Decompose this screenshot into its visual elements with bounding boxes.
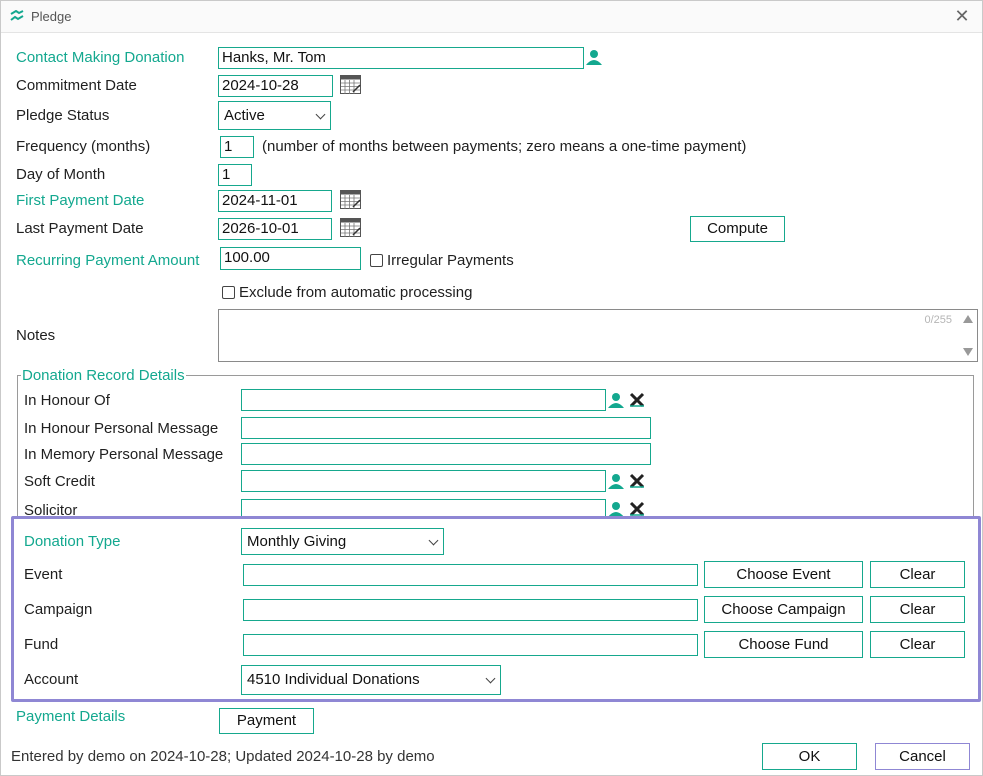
contact-label: Contact Making Donation — [16, 49, 185, 66]
chevron-down-icon — [428, 535, 439, 545]
soft-credit-label: Soft Credit — [24, 473, 95, 490]
contact-field[interactable]: Hanks, Mr. Tom — [218, 47, 584, 69]
choose-fund-button[interactable]: Choose Fund — [704, 631, 863, 658]
day-of-month-field[interactable]: 1 — [218, 164, 252, 186]
cancel-button[interactable]: Cancel — [875, 743, 970, 770]
calendar-icon[interactable] — [340, 75, 362, 95]
campaign-field[interactable] — [243, 599, 698, 621]
person-icon[interactable] — [608, 473, 624, 489]
donation-record-legend: Donation Record Details — [21, 367, 186, 384]
in-honour-message-label: In Honour Personal Message — [24, 420, 219, 437]
chevron-down-icon — [485, 673, 496, 684]
clear-campaign-button[interactable]: Clear — [870, 596, 965, 623]
fund-label: Fund — [24, 636, 59, 653]
donation-type-select[interactable]: Monthly Giving — [241, 528, 444, 555]
person-icon[interactable] — [608, 392, 624, 408]
irregular-payments-label: Irregular Payments — [387, 252, 514, 269]
first-payment-date-field[interactable]: 2024-11-01 — [218, 190, 332, 212]
clear-x-icon[interactable] — [628, 391, 646, 409]
chevron-down-icon — [315, 109, 326, 119]
compute-button[interactable]: Compute — [690, 216, 785, 242]
frequency-field[interactable]: 1 — [220, 136, 254, 158]
ok-button[interactable]: OK — [762, 743, 857, 770]
account-select[interactable]: 4510 Individual Donations — [241, 665, 501, 695]
frequency-label: Frequency (months) — [16, 138, 151, 155]
choose-campaign-button[interactable]: Choose Campaign — [704, 596, 863, 623]
recurring-amount-label: Recurring Payment Amount — [16, 252, 200, 269]
event-label: Event — [24, 566, 63, 583]
recurring-amount-field[interactable]: 100.00 — [220, 247, 361, 270]
scroll-up-icon[interactable] — [963, 315, 973, 323]
pledge-status-select[interactable]: Active — [218, 101, 331, 130]
frequency-hint: (number of months between payments; zero… — [262, 138, 747, 155]
irregular-payments-checkbox[interactable] — [370, 254, 383, 267]
person-icon[interactable] — [608, 501, 624, 517]
exclude-auto-label: Exclude from automatic processing — [239, 284, 473, 301]
calendar-icon[interactable] — [340, 218, 362, 238]
scroll-down-icon[interactable] — [963, 348, 973, 356]
notes-label: Notes — [16, 327, 56, 344]
clear-event-button[interactable]: Clear — [870, 561, 965, 588]
payment-button[interactable]: Payment — [219, 708, 314, 734]
clear-x-icon[interactable] — [628, 472, 646, 490]
calendar-icon[interactable] — [340, 190, 362, 210]
day-of-month-label: Day of Month — [16, 166, 106, 183]
notes-char-counter: 0/255 — [924, 314, 952, 326]
window-title: Pledge — [31, 9, 72, 24]
pledge-status-label: Pledge Status — [16, 107, 110, 124]
pledge-window: Pledge ✕ Contact Making Donation Hanks, … — [0, 0, 983, 776]
commitment-date-label: Commitment Date — [16, 77, 137, 94]
payment-details-label: Payment Details — [16, 708, 126, 725]
person-icon[interactable] — [586, 49, 602, 65]
campaign-label: Campaign — [24, 601, 93, 618]
soft-credit-field[interactable] — [241, 470, 606, 492]
account-value: 4510 Individual Donations — [247, 671, 420, 688]
event-field[interactable] — [243, 564, 698, 586]
choose-event-button[interactable]: Choose Event — [704, 561, 863, 588]
pledge-status-value: Active — [224, 107, 265, 124]
in-honour-of-label: In Honour Of — [24, 392, 110, 409]
donation-type-label: Donation Type — [24, 533, 121, 550]
audit-status-text: Entered by demo on 2024-10-28; Updated 2… — [11, 748, 435, 765]
last-payment-date-label: Last Payment Date — [16, 220, 144, 237]
in-memory-message-label: In Memory Personal Message — [24, 446, 224, 463]
in-honour-of-field[interactable] — [241, 389, 606, 411]
in-memory-message-field[interactable] — [241, 443, 651, 465]
clear-fund-button[interactable]: Clear — [870, 631, 965, 658]
app-logo-icon — [10, 10, 24, 21]
last-payment-date-field[interactable]: 2026-10-01 — [218, 218, 332, 240]
exclude-auto-checkbox[interactable] — [222, 286, 235, 299]
first-payment-date-label: First Payment Date — [16, 192, 145, 209]
account-label: Account — [24, 671, 79, 688]
close-icon[interactable]: ✕ — [950, 4, 974, 28]
fund-field[interactable] — [243, 634, 698, 656]
notes-textarea[interactable]: 0/255 — [218, 309, 978, 362]
donation-type-value: Monthly Giving — [247, 533, 347, 550]
commitment-date-field[interactable]: 2024-10-28 — [218, 75, 333, 97]
in-honour-message-field[interactable] — [241, 417, 651, 439]
title-bar: Pledge ✕ — [1, 1, 982, 33]
